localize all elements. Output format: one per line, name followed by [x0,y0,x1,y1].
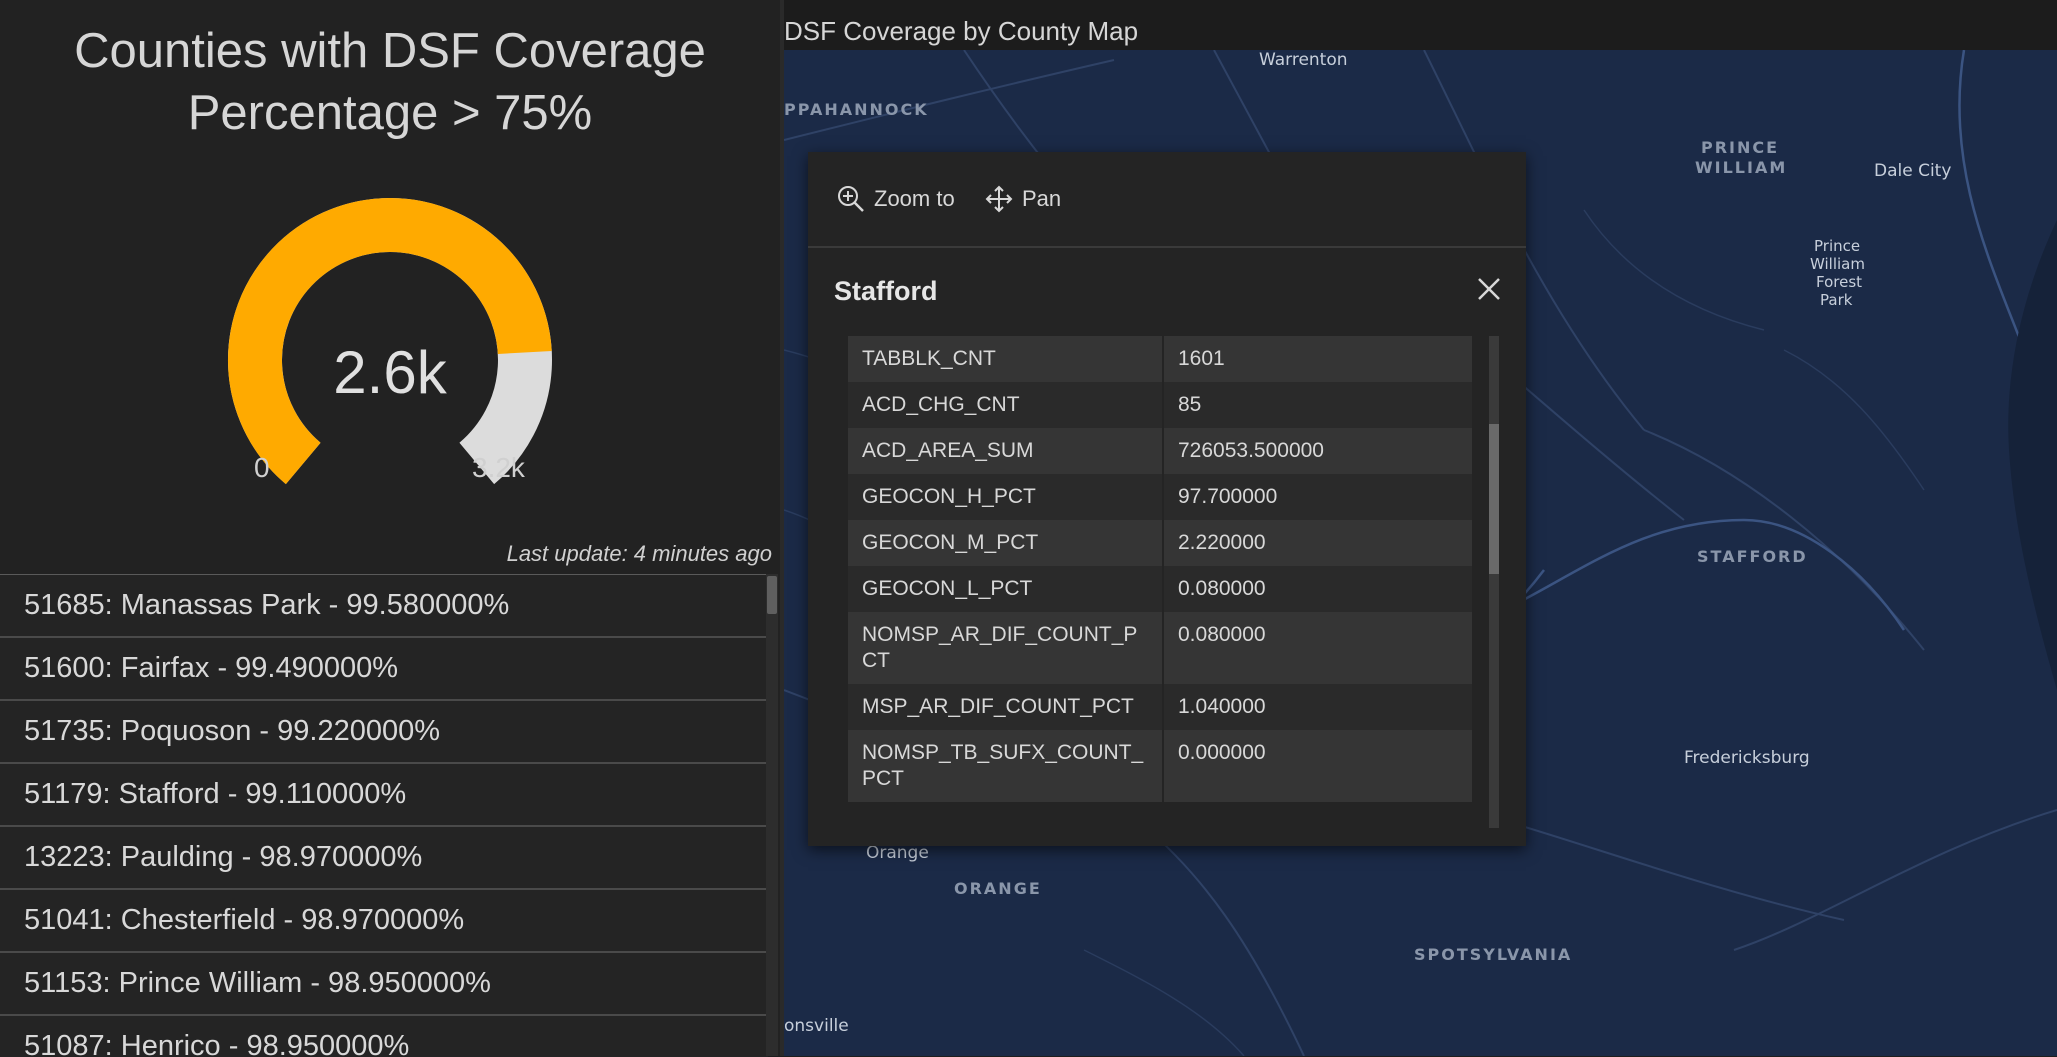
attribute-value: 1.040000 [1163,684,1472,730]
attribute-value: 0.080000 [1163,566,1472,612]
last-update-text: Last update: 4 minutes ago [506,541,772,566]
attribute-value: 2.220000 [1163,520,1472,566]
attribute-key: NOMSP_AR_DIF_COUNT_PCT [848,612,1164,684]
list-item[interactable]: 13223: Paulding - 98.970000% [0,827,768,890]
zoom-to-label: Zoom to [874,186,955,211]
gauge-title-line2: Percentage > 75% [187,86,593,140]
map-label-orange-county: ORANGE [954,879,1042,898]
attribute-value: 0.000000 [1163,730,1472,802]
zoom-in-icon [838,186,864,212]
attribute-key: NOMSP_TB_SUFX_COUNT_PCT [848,730,1164,802]
map-label-gordonsville: onsville [784,1016,849,1036]
list-scrollbar-thumb[interactable] [767,576,777,614]
list-item[interactable]: 51685: Manassas Park - 99.580000% [0,575,768,638]
list-item[interactable]: 51600: Fairfax - 99.490000% [0,638,768,701]
gauge-title: Counties with DSF Coverage Percentage > … [20,20,760,144]
attribute-key: GEOCON_H_PCT [848,474,1164,520]
left-panel: Counties with DSF Coverage Percentage > … [0,0,780,1057]
map-label-pwfp-4: Park [1820,291,1853,309]
map-label-rappahannock: PPAHANNOCK [784,100,929,119]
map-label-prince-william-1: PRINCE [1701,138,1780,157]
list-scrollbar[interactable] [766,574,778,1056]
map-label-orange-city: Orange [866,843,929,863]
attribute-key: GEOCON_L_PCT [848,566,1164,612]
table-row: GEOCON_L_PCT 0.080000 [848,566,1472,612]
table-row: GEOCON_M_PCT 2.220000 [848,520,1472,566]
close-icon[interactable] [1472,272,1506,306]
map-label-pwfp-3: Forest [1816,273,1863,291]
list-item[interactable]: 51735: Poquoson - 99.220000% [0,701,768,764]
table-row: MSP_AR_DIF_COUNT_PCT 1.040000 [848,684,1472,730]
popup-actions: Zoom to Pan [808,152,1526,248]
attribute-key: MSP_AR_DIF_COUNT_PCT [848,684,1164,730]
attribute-value: 1601 [1163,336,1472,382]
table-row: GEOCON_H_PCT 97.700000 [848,474,1472,520]
gauge-value: 2.6k [333,339,447,406]
list-item[interactable]: 51179: Stafford - 99.110000% [0,764,768,827]
map-label-prince-william-2: WILLIAM [1695,158,1788,177]
attribute-value: 726053.500000 [1163,428,1472,474]
list-item[interactable]: 51153: Prince William - 98.950000% [0,953,768,1016]
feature-popup: Zoom to Pan Stafford TABBLK_CNT 1601 ACD… [808,152,1526,846]
gauge-max-label: 3.2k [472,452,525,483]
gauge-title-line1: Counties with DSF Coverage [74,24,706,78]
pan-move-icon [985,185,1013,213]
popup-title: Stafford [834,276,938,306]
popup-scrollbar-thumb[interactable] [1489,424,1499,574]
attribute-key: TABBLK_CNT [848,336,1164,382]
map-label-pwfp-1: Prince [1814,237,1861,255]
attribute-key: GEOCON_M_PCT [848,520,1164,566]
table-row: NOMSP_AR_DIF_COUNT_PCT 0.080000 [848,612,1472,684]
attribute-value: 0.080000 [1163,612,1472,684]
popup-scrollbar[interactable] [1489,336,1499,828]
table-row: TABBLK_CNT 1601 [848,336,1472,382]
attribute-value: 97.700000 [1163,474,1472,520]
map-label-pwfp-2: William [1810,255,1865,273]
list-item[interactable]: 51041: Chesterfield - 98.970000% [0,890,768,953]
table-row: ACD_CHG_CNT 85 [848,382,1472,428]
map-label-warrenton: Warrenton [1259,50,1348,70]
attribute-value: 85 [1163,382,1472,428]
table-row: ACD_AREA_SUM 726053.500000 [848,428,1472,474]
map-label-dale-city: Dale City [1874,161,1952,181]
gauge-min-label: 0 [254,452,270,483]
pan-button[interactable]: Pan [984,182,1061,216]
gauge-widget: Counties with DSF Coverage Percentage > … [0,0,780,572]
map-label-stafford: STAFFORD [1697,547,1808,566]
map-label-fredericksburg: Fredericksburg [1684,748,1810,768]
zoom-to-button[interactable]: Zoom to [836,182,955,216]
attribute-table: TABBLK_CNT 1601 ACD_CHG_CNT 85 ACD_AREA_… [848,336,1472,802]
map-label-spotsylvania: SPOTSYLVANIA [1414,945,1573,964]
list-item[interactable]: 51087: Henrico - 98.950000% [0,1016,768,1057]
pan-label: Pan [1022,186,1062,211]
map-title: DSF Coverage by County Map [784,16,1139,46]
attribute-key: ACD_CHG_CNT [848,382,1164,428]
county-list[interactable]: 51685: Manassas Park - 99.580000% 51600:… [0,574,768,1057]
table-row: NOMSP_TB_SUFX_COUNT_PCT 0.000000 [848,730,1472,802]
attribute-key: ACD_AREA_SUM [848,428,1164,474]
